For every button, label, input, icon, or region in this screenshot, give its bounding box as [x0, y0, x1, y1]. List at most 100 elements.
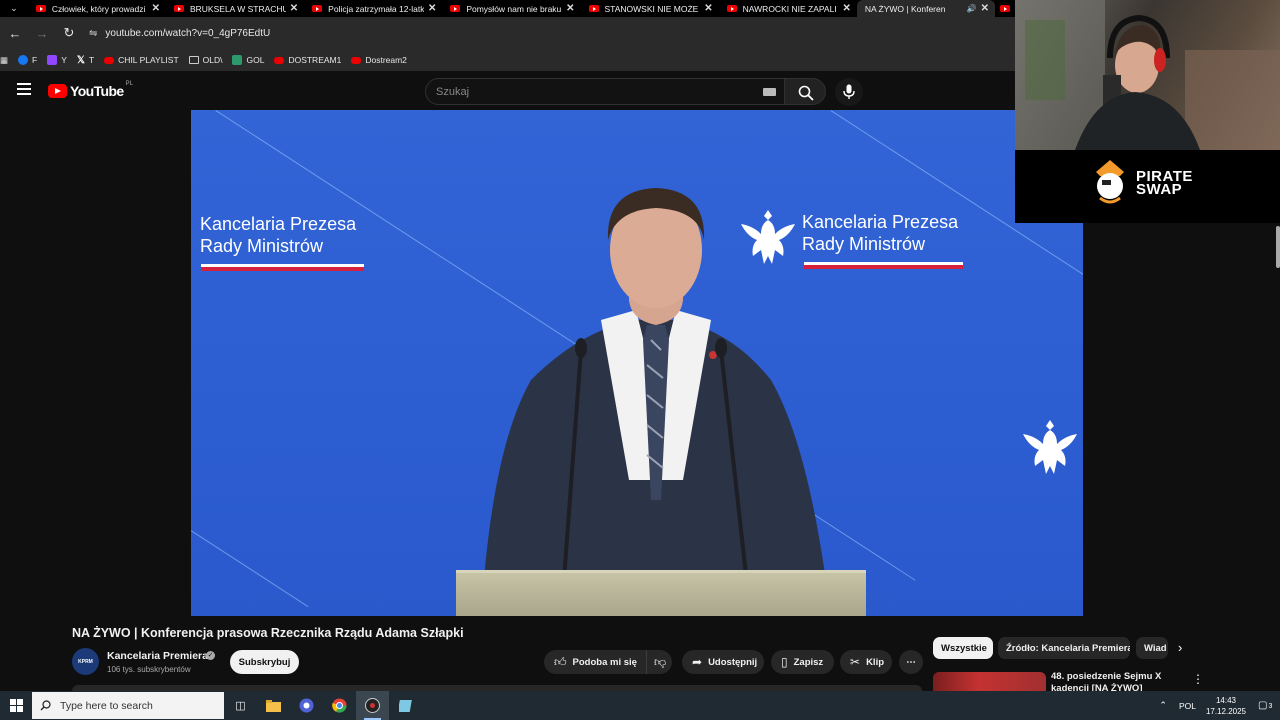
- clock[interactable]: 14:43 17.12.2025: [1206, 695, 1246, 717]
- tab-search-chevron-icon[interactable]: ⌄: [0, 0, 28, 17]
- youtube-play-icon: [48, 84, 67, 98]
- browser-tab[interactable]: Człowiek, który prowadzi ✕: [28, 0, 166, 17]
- browser-tab[interactable]: Pomysłów nam nie braku ✕: [442, 0, 580, 17]
- search-button[interactable]: [784, 78, 826, 105]
- chip-source[interactable]: Źródło: Kancelaria Premiera: [998, 637, 1130, 659]
- apps-grid-icon[interactable]: ▦: [0, 55, 8, 66]
- page-scrollbar[interactable]: [1276, 226, 1280, 268]
- bookmark-item[interactable]: Y: [47, 55, 67, 65]
- share-icon: ➦: [692, 655, 703, 669]
- browser-tab[interactable]: NAWROCKI NIE ZAPALI C ✕: [719, 0, 857, 17]
- dislike-button[interactable]: 👎︎: [646, 650, 672, 674]
- address-bar-row: ← → ↻ ⇋ youtube.com/watch?v=0_4gP76EdtU: [0, 17, 1015, 49]
- chrome-profile-button[interactable]: [290, 691, 323, 720]
- folder-icon: [266, 699, 281, 712]
- close-tab-icon[interactable]: ✕: [704, 3, 712, 14]
- close-tab-icon[interactable]: ✕: [842, 3, 850, 14]
- channel-avatar[interactable]: KPRM: [72, 648, 99, 675]
- search-input[interactable]: [426, 79, 746, 104]
- browser-tab[interactable]: Policja zatrzymała 12-latk ✕: [304, 0, 442, 17]
- country-code: PL: [125, 81, 133, 87]
- bookmark-label: Y: [61, 55, 67, 65]
- speaker-icon[interactable]: 🔊: [967, 4, 977, 13]
- voice-search-button[interactable]: [835, 78, 863, 106]
- back-icon[interactable]: ←: [3, 26, 27, 41]
- clock-time: 14:43: [1215, 695, 1236, 705]
- bookmark-item[interactable]: DOSTREAM1: [274, 55, 341, 65]
- bookmark-item[interactable]: Dostream2: [351, 55, 407, 65]
- scissors-icon: ✂: [850, 655, 861, 669]
- youtube-favicon-icon: [726, 5, 737, 12]
- file-explorer-button[interactable]: [257, 691, 290, 720]
- close-tab-icon[interactable]: ✕: [428, 3, 436, 14]
- input-language[interactable]: POL: [1179, 701, 1196, 711]
- close-tab-icon[interactable]: ✕: [566, 3, 574, 14]
- browser-tab[interactable]: [995, 0, 1015, 17]
- start-button[interactable]: [0, 691, 32, 720]
- close-tab-icon[interactable]: ✕: [152, 3, 160, 14]
- youtube-logo[interactable]: YouTube PL: [48, 81, 133, 99]
- search-box[interactable]: [425, 78, 785, 105]
- bookmark-label: CHIL PLAYLIST: [118, 55, 179, 65]
- share-label: Udostępnij: [708, 656, 758, 668]
- podium: [456, 570, 866, 616]
- bookmark-label: T: [88, 55, 95, 65]
- chip-all[interactable]: Wszystkie: [933, 637, 993, 659]
- bookmark-label: F: [32, 55, 38, 65]
- youtube-favicon-icon: [1000, 5, 1011, 12]
- recommendation-thumbnail[interactable]: [933, 672, 1046, 691]
- keyboard-icon[interactable]: [763, 88, 776, 96]
- omnibox[interactable]: ⇋ youtube.com/watch?v=0_4gP76EdtU: [89, 21, 1015, 45]
- close-tab-icon[interactable]: ✕: [290, 3, 298, 14]
- bookmark-item[interactable]: GOL: [232, 55, 264, 65]
- microphone-icon: [843, 84, 855, 99]
- notepad-icon: [398, 699, 412, 712]
- share-button[interactable]: ➦ Udostępnij: [682, 650, 764, 674]
- bookmark-item[interactable]: F: [18, 55, 37, 65]
- obs-button[interactable]: [356, 691, 389, 720]
- bookmark-label: Dostream2: [365, 55, 407, 65]
- browser-tab-active[interactable]: NA ŻYWO | Konferen 🔊 ✕: [856, 0, 996, 17]
- menu-icon[interactable]: [17, 83, 31, 98]
- close-tab-icon[interactable]: ✕: [981, 3, 989, 14]
- browser-tab[interactable]: BRUKSELA W STRACHU. W ✕: [166, 0, 304, 17]
- bookmark-item[interactable]: 𝕏T: [77, 55, 94, 66]
- search-icon: [798, 85, 814, 101]
- recommendation-title[interactable]: 48. posiedzenie Sejmu X kadencji [NA ŻYW…: [1051, 671, 1171, 691]
- chevron-right-icon[interactable]: ›: [1178, 640, 1182, 655]
- bookmark-folder[interactable]: OLD\: [188, 55, 222, 65]
- like-button[interactable]: 👍︎ Podoba mi się: [544, 650, 646, 674]
- system-tray: ⌃ POL 14:43 17.12.2025 ▢3: [1159, 691, 1280, 720]
- bookmark-item[interactable]: CHIL PLAYLIST: [104, 55, 179, 65]
- video-title: NA ŻYWO | Konferencja prasowa Rzecznika …: [72, 626, 464, 640]
- taskbar-search-input[interactable]: [60, 699, 210, 712]
- bookmark-icon: ▯: [781, 655, 788, 669]
- bookmark-label: DOSTREAM1: [288, 55, 342, 65]
- channel-name[interactable]: Kancelaria Premiera: [107, 650, 208, 662]
- chrome-button[interactable]: [323, 691, 356, 720]
- save-button[interactable]: ▯ Zapisz: [771, 650, 834, 674]
- taskbar-search[interactable]: [32, 692, 224, 719]
- notification-center-button[interactable]: ▢3: [1258, 700, 1276, 711]
- reload-icon[interactable]: ↻: [57, 25, 81, 41]
- subscribe-button[interactable]: Subskrybuj: [230, 650, 299, 674]
- notes-button[interactable]: [389, 691, 422, 720]
- task-view-button[interactable]: ◫: [224, 691, 257, 720]
- forward-icon[interactable]: →: [30, 26, 54, 41]
- tab-title: BRUKSELA W STRACHU. W: [189, 3, 286, 14]
- chrome-icon: [299, 698, 314, 713]
- background-line: [191, 530, 309, 608]
- show-hidden-icons-icon[interactable]: ⌃: [1159, 700, 1167, 711]
- chip-news[interactable]: Wiad: [1136, 637, 1168, 659]
- url-text[interactable]: youtube.com/watch?v=0_4gP76EdtU: [105, 28, 270, 39]
- notification-count: 3: [1268, 703, 1273, 710]
- more-vertical-icon[interactable]: ⋮: [1192, 672, 1204, 686]
- video-player[interactable]: Kancelaria Prezesa Rady Ministrów Kancel…: [191, 110, 1083, 616]
- notification-icon: ▢: [1258, 700, 1268, 711]
- clip-button[interactable]: ✂ Klip: [840, 650, 892, 674]
- browser-tab[interactable]: STANOWSKI NIE MOŻE U ✕: [581, 0, 719, 17]
- tab-title: Policja zatrzymała 12-latk: [328, 3, 424, 14]
- overlay-text: Kancelaria Prezesa: [200, 214, 357, 234]
- more-actions-button[interactable]: ⋯: [899, 650, 923, 674]
- site-settings-icon[interactable]: ⇋: [89, 28, 97, 39]
